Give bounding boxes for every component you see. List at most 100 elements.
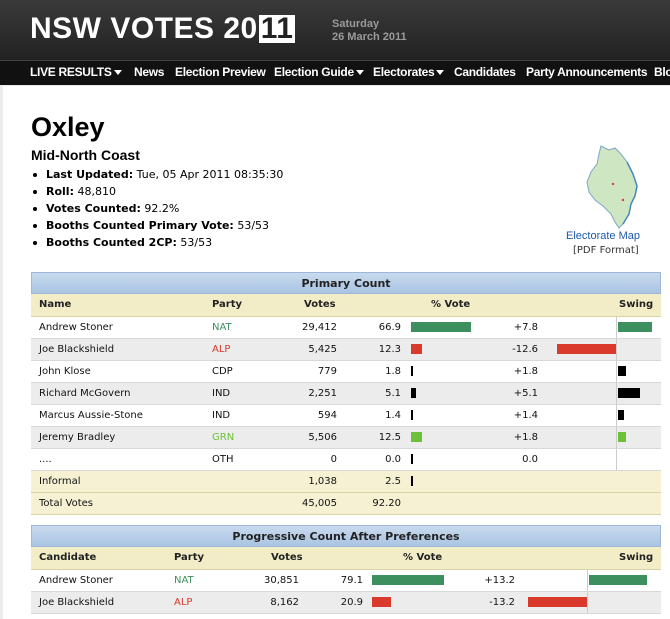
swing-divider <box>616 317 617 338</box>
vote-share-bar <box>411 432 423 442</box>
swing-value: +1.4 <box>513 410 538 421</box>
nav-item-label: Blo <box>654 65 670 79</box>
vote-count: 5,506 <box>308 432 337 443</box>
nav-item-candidates[interactable]: Candidates <box>454 65 516 79</box>
vote-percent: 20.9 <box>340 597 363 608</box>
swing-value: -12.6 <box>512 344 538 355</box>
nav-item-label: Election Preview <box>175 65 266 79</box>
stat-label: Roll: <box>46 185 74 198</box>
total-label: Total Votes <box>39 498 93 509</box>
nav-item-label: Party Announcements <box>526 65 648 79</box>
swing-value: +1.8 <box>513 432 538 443</box>
stat-value: 92.2% <box>144 202 180 215</box>
vote-share-bar <box>411 388 416 398</box>
vote-count: 30,851 <box>264 575 299 586</box>
swing-bar <box>527 597 587 607</box>
party-code: GRN <box>212 432 235 443</box>
nav-item-party-announcements[interactable]: Party Announcements <box>526 65 648 79</box>
stat-last-updated: Last Updated: Tue, 05 Apr 2011 08:35:30 <box>33 166 283 183</box>
election-date: Saturday 26 March 2011 <box>332 18 407 44</box>
stat-booths-2cp: Booths Counted 2CP: 53/53 <box>33 234 283 251</box>
electorate-map-thumbnail[interactable] <box>579 144 641 230</box>
election-day: Saturday <box>332 18 380 30</box>
table-header-row: Name Party Votes % Vote Swing <box>31 294 661 317</box>
vote-share-bar <box>372 597 392 607</box>
swing-divider <box>616 405 617 426</box>
party-code: ALP <box>212 344 231 355</box>
stat-label: Votes Counted: <box>46 202 141 215</box>
vote-share-bar <box>411 454 413 464</box>
vote-percent: 5.1 <box>385 388 401 399</box>
vote-count: 2,251 <box>308 388 337 399</box>
candidate-name: Joe Blackshield <box>39 597 115 608</box>
nav-item-label: News <box>134 65 165 79</box>
candidate-name: Jeremy Bradley <box>39 432 116 443</box>
electorate-map-link[interactable]: Electorate Map <box>566 230 640 242</box>
table-row: Marcus Aussie-Stone IND 594 1.4 +1.4 <box>31 405 661 427</box>
informal-votes: 1,038 <box>308 476 337 487</box>
table-header-row: Candidate Party Votes % Vote Swing <box>31 547 661 570</box>
candidate-name: Joe Blackshield <box>39 344 115 355</box>
vote-share-bar <box>372 575 444 585</box>
nav-item-label: Election Guide <box>274 65 354 79</box>
party-code: IND <box>212 388 231 399</box>
vote-share-bar <box>411 322 472 332</box>
table-caption: Primary Count <box>31 272 661 294</box>
vote-count: 29,412 <box>302 322 337 333</box>
swing-bar <box>618 322 652 332</box>
nav-item-news[interactable]: News <box>134 65 164 79</box>
bullet-icon <box>33 241 37 245</box>
total-votes: 45,005 <box>302 498 337 509</box>
vote-percent: 12.3 <box>378 344 401 355</box>
nav-item-election-guide[interactable]: Election Guide <box>274 65 364 79</box>
nav-item-blog[interactable]: Blo <box>654 65 670 79</box>
vote-count: 5,425 <box>308 344 337 355</box>
informal-percent: 2.5 <box>385 476 401 487</box>
swing-divider <box>616 339 617 360</box>
site-header: NSW VOTES 20 11 Saturday 26 March 2011 <box>0 0 670 60</box>
bullet-icon <box>33 173 37 177</box>
swing-divider <box>616 361 617 382</box>
table-row: .... OTH 0 0.0 0.0 <box>31 449 661 471</box>
electorate-stats: Last Updated: Tue, 05 Apr 2011 08:35:30 … <box>33 166 283 251</box>
swing-bar <box>618 366 626 376</box>
swing-value: +7.8 <box>513 322 538 333</box>
main-nav: LIVE RESULTS News Election Preview Elect… <box>0 60 670 85</box>
party-code: NAT <box>174 575 194 586</box>
swing-value: -13.2 <box>489 597 515 608</box>
informal-bar <box>411 476 413 486</box>
swing-value: +13.2 <box>484 575 515 586</box>
site-logo[interactable]: NSW VOTES 20 11 <box>30 12 296 46</box>
stat-value: 53/53 <box>237 219 270 232</box>
nav-item-live-results[interactable]: LIVE RESULTS <box>30 65 122 79</box>
header-pct-vote: % Vote <box>403 552 443 563</box>
swing-value: 0.0 <box>522 454 538 465</box>
map-format-note: [PDF Format] <box>573 245 639 256</box>
stat-booths-primary: Booths Counted Primary Vote: 53/53 <box>33 217 283 234</box>
swing-divider <box>616 383 617 404</box>
header-swing: Swing <box>619 552 654 563</box>
candidate-name: Marcus Aussie-Stone <box>39 410 143 421</box>
electorate-region: Mid-North Coast <box>31 147 140 163</box>
party-code: ALP <box>174 597 193 608</box>
header-pct-vote: % Vote <box>431 299 471 310</box>
header-votes: Votes <box>271 552 303 563</box>
table-row: Andrew Stoner NAT 29,412 66.9 +7.8 <box>31 317 661 339</box>
vote-share-bar <box>411 410 413 420</box>
tcp-table: Progressive Count After Preferences Cand… <box>31 525 661 614</box>
party-code: OTH <box>212 454 234 465</box>
nav-item-electorates[interactable]: Electorates <box>373 65 445 79</box>
header-swing: Swing <box>619 299 654 310</box>
swing-bar <box>589 575 648 585</box>
vote-percent: 1.4 <box>385 410 401 421</box>
vote-percent: 79.1 <box>340 575 363 586</box>
header-name: Name <box>39 299 72 310</box>
electorate-title: Oxley <box>31 112 105 142</box>
chevron-down-icon <box>113 70 122 76</box>
bullet-icon <box>33 224 37 228</box>
swing-value: +1.8 <box>513 366 538 377</box>
nav-item-election-preview[interactable]: Election Preview <box>175 65 266 79</box>
tcp-rows: Andrew Stoner NAT 30,851 79.1 +13.2 Joe Black… <box>31 570 661 614</box>
table-row: Jeremy Bradley GRN 5,506 12.5 +1.8 <box>31 427 661 449</box>
vote-count: 594 <box>317 410 337 421</box>
